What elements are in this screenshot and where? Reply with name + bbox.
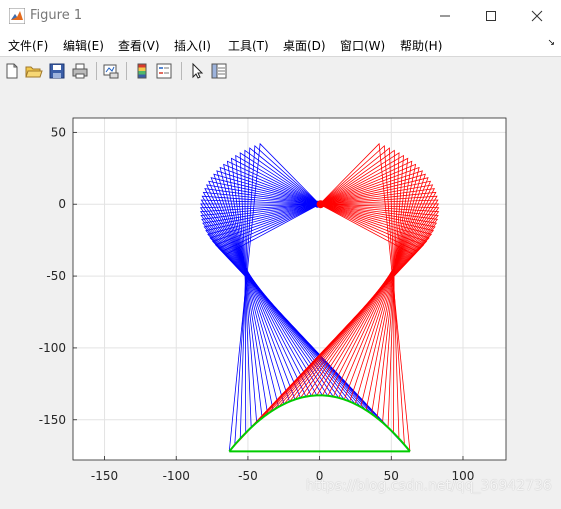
y-tick-label: 50 <box>51 125 66 139</box>
open-file-icon[interactable] <box>25 62 43 80</box>
window-title: Figure 1 <box>30 8 83 23</box>
maximize-icon <box>486 11 496 21</box>
x-tick-label: -150 <box>91 469 118 483</box>
axes-plot[interactable]: -150 -100 -50 0 50 100 500-50-100-150 <box>0 86 561 506</box>
y-tick-label: -150 <box>39 413 66 427</box>
pivot-point <box>314 200 325 209</box>
menu-window[interactable]: 窗口(W) <box>340 37 385 54</box>
figure-canvas: -150 -100 -50 0 50 100 50 0 -50 -100 -150 <box>0 86 561 506</box>
legend-icon[interactable] <box>155 62 173 80</box>
toolbar-separator <box>96 62 97 80</box>
toolbar-separator <box>126 62 127 80</box>
new-figure-icon[interactable] <box>3 62 21 80</box>
matlab-logo-icon <box>9 8 25 24</box>
y-tick-labels: 50 0 -50 -100 -150 <box>39 125 77 427</box>
pivot-marker-red <box>316 200 325 209</box>
watermark-text: https://blog.csdn.net/qq_36942736 <box>306 478 552 494</box>
title-bar: Figure 1 <box>0 0 561 32</box>
toolbar-separator <box>181 62 182 80</box>
menu-view[interactable]: 查看(V) <box>118 37 160 54</box>
axes-background <box>73 118 506 460</box>
x-tick-label: -100 <box>163 469 190 483</box>
menu-file[interactable]: 文件(F) <box>8 37 48 54</box>
edit-plot-arrow-icon[interactable] <box>188 62 206 80</box>
minimize-button[interactable] <box>422 0 468 32</box>
menu-edit[interactable]: 编辑(E) <box>63 37 104 54</box>
menu-help[interactable]: 帮助(H) <box>400 37 442 54</box>
save-icon[interactable] <box>48 62 66 80</box>
menu-bar: 文件(F) 编辑(E) 查看(V) 插入(I) 工具(T) 桌面(D) 窗口(W… <box>0 32 561 56</box>
menu-insert[interactable]: 插入(I) <box>174 37 211 54</box>
figure-toolbar <box>0 56 561 87</box>
dock-figure-icon[interactable]: ↘ <box>547 38 555 48</box>
x-tick-label: -50 <box>238 469 258 483</box>
close-icon <box>531 10 543 22</box>
property-inspector-icon[interactable] <box>210 62 228 80</box>
menu-desktop[interactable]: 桌面(D) <box>283 37 326 54</box>
minimize-icon <box>440 15 450 17</box>
close-button[interactable] <box>514 0 560 32</box>
menu-tools[interactable]: 工具(T) <box>228 37 269 54</box>
y-tick-label: 0 <box>58 197 66 211</box>
y-tick-label: -100 <box>39 341 66 355</box>
print-icon[interactable] <box>71 62 89 80</box>
colorbar-icon[interactable] <box>133 62 151 80</box>
maximize-button[interactable] <box>468 0 514 32</box>
link-plot-icon[interactable] <box>102 62 120 80</box>
y-tick-label: -50 <box>46 269 66 283</box>
